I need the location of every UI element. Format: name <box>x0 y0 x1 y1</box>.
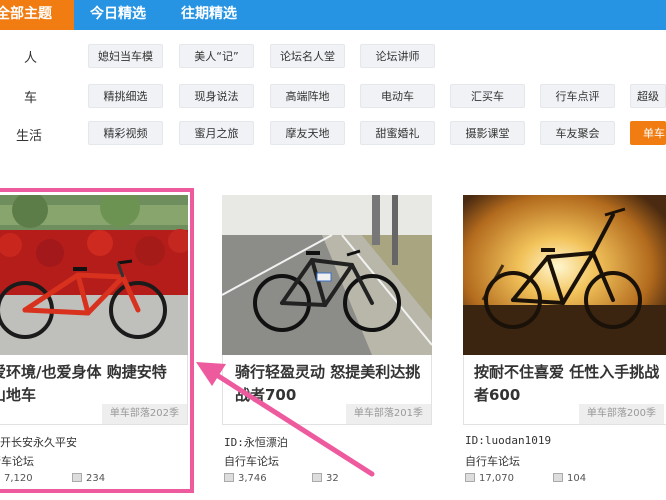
post-comments: 104 <box>553 473 586 484</box>
top-nav: 全部主题 今日精选 往期精选 <box>0 0 666 30</box>
pill-honeymoon[interactable]: 蜜月之旅 <box>179 121 254 145</box>
pill-high-end[interactable]: 高端阵地 <box>270 84 345 108</box>
pill-wedding[interactable]: 甜蜜婚礼 <box>360 121 435 145</box>
post-views: 3,746 <box>224 473 267 484</box>
tab-past-picks[interactable]: 往期精选 <box>181 0 251 30</box>
post-comments: 32 <box>312 473 339 484</box>
post-photo-sunset-bike[interactable] <box>463 195 666 355</box>
pill-beauty-record[interactable]: 美人“记” <box>179 44 254 68</box>
category-car-label: 车 <box>24 91 38 106</box>
pill-super[interactable]: 超级 <box>630 84 666 108</box>
post-card-2[interactable]: 骑行轻盈灵动 怒提美利达挑 战者700 单车部落201季 ID:永恒漂泊 自行车… <box>222 195 432 485</box>
pill-buy-car[interactable]: 汇买车 <box>450 84 525 108</box>
image-icon <box>465 473 475 482</box>
season-badge: 单车部落200季 <box>578 404 664 424</box>
pill-testimonials[interactable]: 现身说法 <box>179 84 254 108</box>
season-badge: 单车部落201季 <box>345 404 431 424</box>
pill-photo-class[interactable]: 摄影课堂 <box>450 121 525 145</box>
pill-selected[interactable]: 精挑细选 <box>88 84 163 108</box>
post-title-line-1[interactable]: 骑行轻盈灵动 怒提美利达挑 <box>235 361 431 384</box>
post-title-box: 按耐不住喜爱 任性入手挑战 者600 单车部落200季 <box>463 355 666 425</box>
pill-bicycle[interactable]: 单车 <box>630 121 666 145</box>
comment-icon <box>553 473 563 482</box>
tab-all-topics[interactable]: 全部主题 <box>0 0 74 30</box>
post-card-3[interactable]: 按耐不住喜爱 任性入手挑战 者600 单车部落200季 ID:luodan101… <box>463 195 666 485</box>
pill-forum-lecturers[interactable]: 论坛讲师 <box>360 44 435 68</box>
post-forum[interactable]: 自行车论坛 <box>224 453 279 469</box>
post-forum[interactable]: 自行车论坛 <box>465 453 520 469</box>
post-title-box: 骑行轻盈灵动 怒提美利达挑 战者700 单车部落201季 <box>222 355 432 425</box>
pill-wife-model[interactable]: 媳妇当车模 <box>88 44 163 68</box>
pill-moto-friends[interactable]: 摩友天地 <box>270 121 345 145</box>
annotation-highlight-frame <box>0 188 194 493</box>
pill-electric-car[interactable]: 电动车 <box>360 84 435 108</box>
image-icon <box>224 473 234 482</box>
post-author[interactable]: ID:luodan1019 <box>465 434 551 447</box>
post-views: 17,070 <box>465 473 514 484</box>
pill-videos[interactable]: 精彩视频 <box>88 121 163 145</box>
comment-icon <box>312 473 322 482</box>
tab-today-picks[interactable]: 今日精选 <box>90 0 160 30</box>
category-life-label: 生活 <box>16 129 43 144</box>
category-people-label: 人 <box>24 51 38 66</box>
post-photo-road-bike[interactable] <box>222 195 432 355</box>
pill-hall-of-fame[interactable]: 论坛名人堂 <box>270 44 345 68</box>
pill-car-review[interactable]: 行车点评 <box>540 84 615 108</box>
post-author[interactable]: ID:永恒漂泊 <box>224 434 288 450</box>
pill-car-meetup[interactable]: 车友聚会 <box>540 121 615 145</box>
post-title-line-1[interactable]: 按耐不住喜爱 任性入手挑战 <box>474 361 666 384</box>
